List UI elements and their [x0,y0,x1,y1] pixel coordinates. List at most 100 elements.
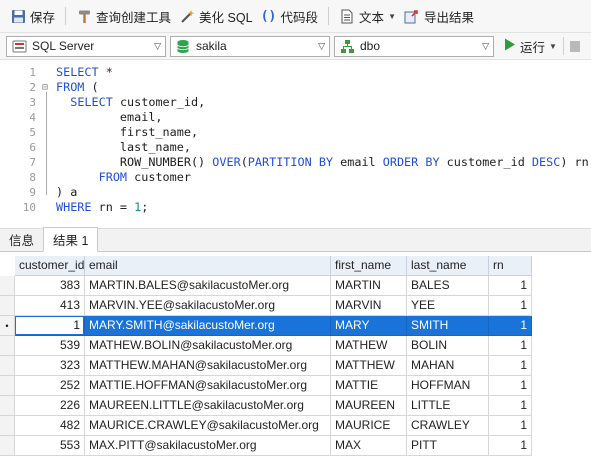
cell-last-name[interactable]: HOFFMAN [407,376,489,396]
cell-rn[interactable]: 1 [489,436,532,456]
line-number: 5 [29,126,36,139]
table-row[interactable]: 413 MARVIN.YEE@sakilacustoMer.org MARVIN YE… [0,296,591,316]
row-indicator[interactable] [0,276,15,296]
table-row[interactable]: 482 MAURICE.CRAWLEY@sakilacustoMer.org MAU… [0,416,591,436]
row-indicator[interactable] [0,296,15,316]
tab-result-1[interactable]: 结果 1 [43,227,99,252]
column-header-last-name[interactable]: last_name [407,256,489,276]
cell-last-name[interactable]: BOLIN [407,336,489,356]
cell-rn[interactable]: 1 [489,296,532,316]
cell-first-name[interactable]: MAX [331,436,407,456]
code-snippet-button[interactable]: () 代码段 [257,4,323,28]
cell-customer-id[interactable]: 539 [15,336,85,356]
cell-email[interactable]: MAX.PITT@sakilacustoMer.org [85,436,331,456]
table-row[interactable]: • 1 MARY.SMITH@sakilacustoMer.org MARY SMITH… [0,316,591,336]
server-select[interactable]: SQL Server ▽ [6,35,166,57]
cell-email[interactable]: MAURICE.CRAWLEY@sakilacustoMer.org [85,416,331,436]
schema-select[interactable]: dbo ▽ [334,35,494,57]
row-indicator[interactable] [0,436,15,456]
cell-first-name[interactable]: MARVIN [331,296,407,316]
toolbar-divider [562,37,564,55]
cell-customer-id[interactable]: 1 [15,316,85,336]
cell-customer-id[interactable]: 383 [15,276,85,296]
cell-customer-id[interactable]: 553 [15,436,85,456]
cell-last-name[interactable]: MAHAN [407,356,489,376]
export-results-button[interactable]: 导出结果 [400,4,478,28]
text-view-label: 文本 [359,10,385,25]
chevron-down-icon[interactable]: ▼ [388,12,396,21]
cell-rn[interactable]: 1 [489,376,532,396]
cell-last-name[interactable]: PITT [407,436,489,456]
beautify-sql-button[interactable]: 美化 SQL [175,4,257,28]
line-number: 2 [29,81,36,94]
cell-rn[interactable]: 1 [489,416,532,436]
cell-customer-id[interactable]: 226 [15,396,85,416]
row-indicator[interactable] [0,416,15,436]
column-header-rn[interactable]: rn [489,256,532,276]
row-indicator[interactable] [0,356,15,376]
result-tabs: 信息 结果 1 [0,227,591,252]
line-number: 6 [29,141,36,154]
cell-customer-id[interactable]: 323 [15,356,85,376]
column-header-email[interactable]: email [85,256,331,276]
code-text: last_name, [56,140,191,155]
stop-icon[interactable] [569,40,580,52]
sql-editor[interactable]: 1 SELECT * 2 ⊟ FROM (3 SELECT customer_id, 4 … [0,61,591,226]
text-view-button[interactable]: 文本 ▼ [335,4,400,28]
cell-customer-id[interactable]: 413 [15,296,85,316]
sql-token: ; [141,200,149,214]
run-button[interactable]: 运行 ▼ [504,37,557,56]
save-button[interactable]: 保存 [6,4,59,28]
row-indicator[interactable] [0,336,15,356]
sql-token: ) rn [560,155,589,169]
cell-email[interactable]: MAUREEN.LITTLE@sakilacustoMer.org [85,396,331,416]
cell-last-name[interactable]: BALES [407,276,489,296]
cell-first-name[interactable]: MATTHEW [331,356,407,376]
row-indicator[interactable] [0,396,15,416]
cell-email[interactable]: MARY.SMITH@sakilacustoMer.org [85,316,331,336]
cell-first-name[interactable]: MAURICE [331,416,407,436]
query-builder-button[interactable]: 查询创建工具 [72,4,175,28]
cell-rn[interactable]: 1 [489,276,532,296]
code-text: email, [56,110,163,125]
cell-first-name[interactable]: MATTIE [331,376,407,396]
cell-email[interactable]: MARTIN.BALES@sakilacustoMer.org [85,276,331,296]
row-indicator[interactable]: • [0,316,15,336]
database-select[interactable]: sakila ▽ [170,35,330,57]
cell-email[interactable]: MATTHEW.MAHAN@sakilacustoMer.org [85,356,331,376]
table-row[interactable]: 383 MARTIN.BALES@sakilacustoMer.org MARTIN… [0,276,591,296]
sql-token: last_name, [56,140,191,154]
cell-last-name[interactable]: SMITH [407,316,489,336]
cell-customer-id[interactable]: 482 [15,416,85,436]
row-indicator[interactable] [0,376,15,396]
sql-token: first_name, [56,125,199,139]
fold-toggle-icon[interactable]: ⊟ [42,80,48,95]
table-row[interactable]: 226 MAUREEN.LITTLE@sakilacustoMer.org MAUR… [0,396,591,416]
column-header-customer-id[interactable]: customer_id [15,256,85,276]
cell-email[interactable]: MATHEW.BOLIN@sakilacustoMer.org [85,336,331,356]
code-text: ROW_NUMBER() OVER(PARTITION BY email ORD… [56,155,589,170]
table-row[interactable]: 323 MATTHEW.MAHAN@sakilacustoMer.org MATTH… [0,356,591,376]
cell-customer-id[interactable]: 252 [15,376,85,396]
cell-email[interactable]: MARVIN.YEE@sakilacustoMer.org [85,296,331,316]
cell-rn[interactable]: 1 [489,396,532,416]
cell-last-name[interactable]: LITTLE [407,396,489,416]
cell-first-name[interactable]: MARY [331,316,407,336]
table-row[interactable]: 553 MAX.PITT@sakilacustoMer.org MAX PITT 1 [0,436,591,456]
cell-last-name[interactable]: CRAWLEY [407,416,489,436]
chevron-down-icon[interactable]: ▼ [549,42,557,51]
cell-first-name[interactable]: MARTIN [331,276,407,296]
cell-email[interactable]: MATTIE.HOFFMAN@sakilacustoMer.org [85,376,331,396]
cell-last-name[interactable]: YEE [407,296,489,316]
hammer-icon [76,8,92,24]
cell-first-name[interactable]: MAUREEN [331,396,407,416]
result-grid[interactable]: customer_id email first_name last_name rn 383… [0,256,591,457]
cell-first-name[interactable]: MATHEW [331,336,407,356]
cell-rn[interactable]: 1 [489,336,532,356]
table-row[interactable]: 252 MATTIE.HOFFMAN@sakilacustoMer.org MATT… [0,376,591,396]
column-header-first-name[interactable]: first_name [331,256,407,276]
tab-info[interactable]: 信息 [0,228,43,251]
table-row[interactable]: 539 MATHEW.BOLIN@sakilacustoMer.org MATHEW… [0,336,591,356]
cell-rn[interactable]: 1 [489,356,532,376]
cell-rn[interactable]: 1 [489,316,532,336]
